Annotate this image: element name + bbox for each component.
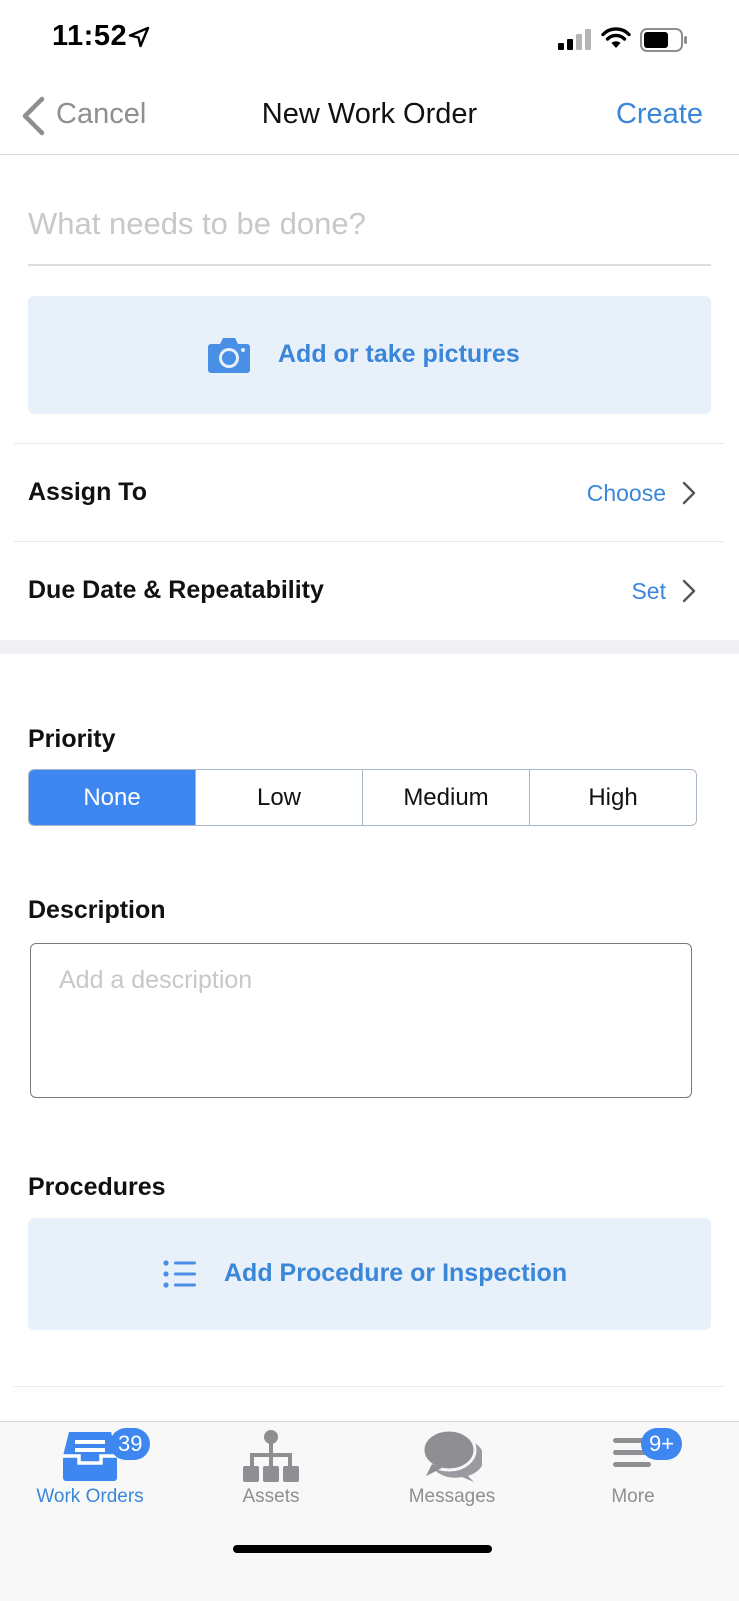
list-icon [163, 1260, 196, 1288]
wifi-icon [601, 27, 631, 48]
cellular-signal-icon [558, 29, 591, 50]
priority-medium-segment[interactable]: Medium [363, 770, 530, 825]
title-underline [28, 264, 711, 266]
tab-work-orders-label: Work Orders [36, 1486, 144, 1507]
tab-more-label: More [611, 1486, 655, 1507]
tab-bar: 39 Work Orders Assets Messages 9+ More [0, 1421, 739, 1601]
hierarchy-icon [243, 1430, 299, 1482]
description-label: Description [28, 896, 166, 924]
description-box [30, 943, 692, 1098]
priority-segmented-control: None Low Medium High [28, 769, 697, 826]
priority-label: Priority [28, 725, 116, 753]
procedures-label: Procedures [28, 1173, 166, 1201]
location-arrow-icon [128, 26, 150, 48]
work-orders-badge: 39 [110, 1428, 151, 1460]
tab-messages-label: Messages [408, 1486, 496, 1507]
chevron-right-icon [682, 579, 696, 603]
assign-to-value[interactable]: Choose [587, 480, 666, 507]
add-procedure-label: Add Procedure or Inspection [224, 1259, 568, 1287]
tab-work-orders[interactable]: 39 Work Orders [0, 1422, 180, 1522]
add-pictures-label: Add or take pictures [278, 340, 520, 368]
tab-assets-label: Assets [242, 1486, 300, 1507]
home-indicator [233, 1545, 492, 1553]
chat-bubbles-icon [422, 1428, 482, 1482]
content-divider [14, 1386, 724, 1387]
assign-to-label: Assign To [28, 478, 147, 506]
tab-messages[interactable]: Messages [362, 1422, 542, 1522]
due-date-value[interactable]: Set [631, 578, 666, 605]
priority-high-segment[interactable]: High [530, 770, 696, 825]
due-date-label: Due Date & Repeatability [28, 576, 324, 604]
section-separator [0, 640, 739, 654]
tab-more[interactable]: 9+ More [543, 1422, 723, 1522]
more-badge: 9+ [641, 1428, 683, 1460]
battery-icon [640, 28, 687, 52]
status-time: 11:52 [52, 20, 128, 52]
camera-icon [208, 338, 250, 373]
nav-divider [0, 154, 739, 155]
priority-low-segment[interactable]: Low [196, 770, 363, 825]
priority-none-segment[interactable]: None [29, 770, 196, 825]
description-input[interactable] [59, 966, 659, 1076]
tab-assets[interactable]: Assets [181, 1422, 361, 1522]
chevron-right-icon [682, 481, 696, 505]
create-button[interactable]: Create [616, 98, 703, 131]
work-order-title-input[interactable] [28, 196, 710, 252]
